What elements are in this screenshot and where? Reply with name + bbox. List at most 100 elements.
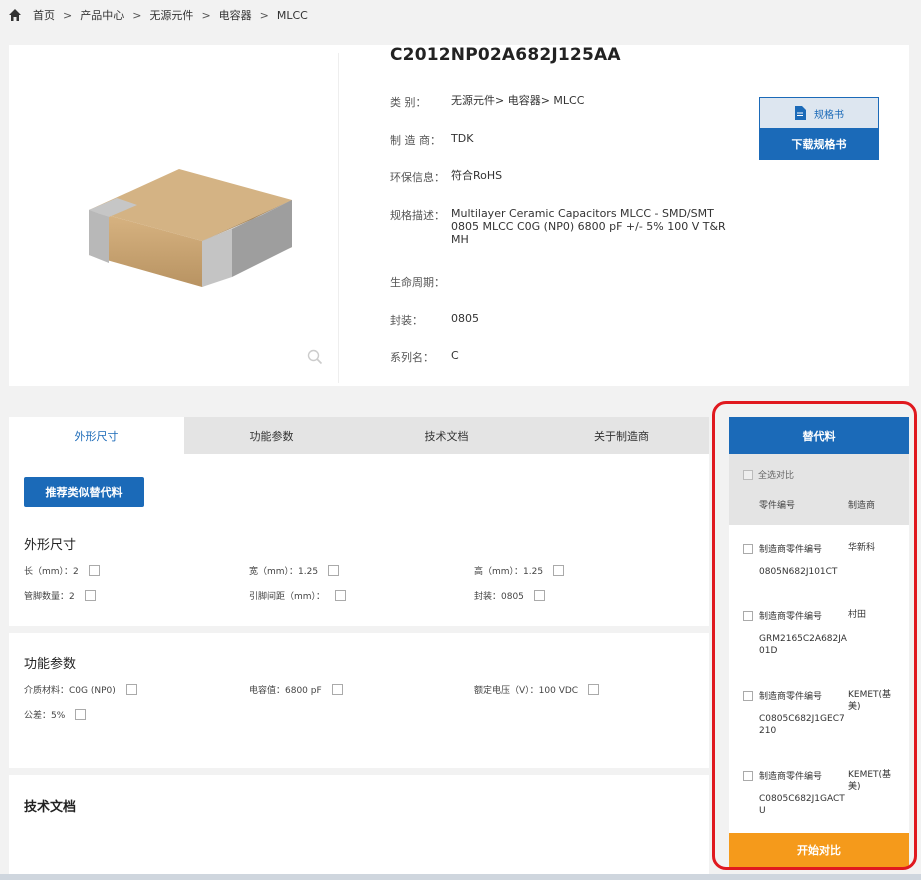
breadcrumb-mlcc[interactable]: MLCC: [277, 9, 308, 22]
tab-about-manufacturer[interactable]: 关于制造商: [534, 417, 709, 454]
param-checkbox[interactable]: [335, 590, 347, 601]
alternatives-header: 替代料: [729, 417, 909, 454]
function-params-title: 功能参数: [24, 657, 77, 672]
alternative-label: 制造商零件编号: [759, 545, 823, 555]
home-icon[interactable]: [8, 8, 22, 22]
product-image-area: [9, 53, 339, 383]
breadcrumb-capacitors[interactable]: 电容器: [219, 7, 252, 23]
alternative-checkbox[interactable]: [743, 543, 753, 554]
info-value: [451, 274, 733, 290]
param-label: 宽（mm）：1.25: [249, 567, 319, 577]
param-label: 管脚数量：2: [24, 592, 75, 602]
alternative-part-number[interactable]: C0805C682J1GEC7210: [759, 713, 849, 737]
tab-function-params[interactable]: 功能参数: [184, 417, 359, 454]
info-label: 环保信息：: [390, 171, 445, 184]
select-all-label: 全选对比: [758, 471, 795, 481]
info-package: 封装： 0805: [390, 312, 733, 328]
info-rohs: 环保信息： 符合RoHS: [390, 169, 733, 185]
param-label: 额定电压（V）：100 VDC: [474, 686, 579, 696]
info-series: 系列名： C: [390, 349, 733, 365]
product-title: C2012NP02A682J125AA: [390, 45, 621, 65]
info-lifecycle: 生命周期：: [390, 274, 733, 290]
param-package: 封装：0805: [474, 589, 545, 602]
download-datasheet-button[interactable]: 下载规格书: [759, 128, 879, 160]
param-checkbox[interactable]: [588, 684, 600, 695]
param-checkbox[interactable]: [553, 565, 565, 576]
param-checkbox[interactable]: [533, 590, 545, 601]
info-value: 符合RoHS: [451, 169, 503, 182]
product-card: C2012NP02A682J125AA 类 别： 无源元件> 电容器> MLCC…: [9, 45, 909, 386]
param-pin-pitch: 引脚间距（mm）：: [249, 589, 347, 602]
info-description: 规格描述： Multilayer Ceramic Capacitors MLCC…: [390, 207, 733, 246]
dimensions-title: 外形尺寸: [24, 538, 77, 553]
param-capacitance: 电容值：6800 pF: [249, 683, 343, 696]
param-checkbox[interactable]: [88, 565, 100, 576]
param-checkbox[interactable]: [125, 684, 137, 695]
param-checkbox[interactable]: [75, 709, 87, 720]
info-manufacturer: 制 造 商： TDK: [390, 132, 733, 148]
alternative-manufacturer: KEMET(基美): [848, 770, 892, 792]
recommend-alternatives-button[interactable]: 推荐类似替代料: [24, 477, 144, 507]
param-label: 引脚间距（mm）：: [249, 592, 326, 602]
breadcrumb: 首页 > 产品中心 > 无源元件 > 电容器 > MLCC: [8, 7, 308, 23]
info-label: 生命周期：: [390, 276, 445, 289]
info-value: 无源元件> 电容器> MLCC: [451, 94, 585, 107]
info-label: 制 造 商：: [390, 134, 441, 147]
breadcrumb-products[interactable]: 产品中心: [80, 7, 124, 23]
info-label: 规格描述：: [390, 209, 445, 222]
param-checkbox[interactable]: [331, 684, 343, 695]
param-label: 介质材料：C0G (NP0): [24, 686, 116, 696]
breadcrumb-separator: >: [201, 8, 211, 22]
alternative-manufacturer: 村田: [848, 610, 867, 620]
alternative-label: 制造商零件编号: [759, 772, 823, 782]
tech-docs-title: 技术文档: [24, 800, 77, 815]
alternatives-panel: 替代料 全选对比 零件编号 制造商 制造商零件编号 华新科 0805N682J1…: [729, 417, 909, 867]
param-height: 高（mm）：1.25: [474, 564, 565, 577]
function-params-card: 功能参数 介质材料：C0G (NP0) 电容值：6800 pF 额定电压（V）：…: [9, 633, 709, 768]
select-all[interactable]: 全选对比: [743, 468, 794, 481]
param-label: 封装：0805: [474, 592, 524, 602]
details-tabs: 外形尺寸 功能参数 技术文档 关于制造商: [9, 417, 709, 454]
alternative-manufacturer: KEMET(基美): [848, 690, 892, 712]
tab-dimensions[interactable]: 外形尺寸: [9, 417, 184, 454]
info-label: 类 别：: [390, 96, 427, 109]
info-label: 封装：: [390, 314, 423, 327]
alternative-label: 制造商零件编号: [759, 692, 823, 702]
info-value: Multilayer Ceramic Capacitors MLCC - SMD…: [451, 207, 726, 246]
product-image[interactable]: [87, 165, 303, 293]
datasheet-label-area[interactable]: 规格书: [759, 97, 879, 128]
alternative-checkbox[interactable]: [743, 770, 753, 781]
param-tolerance: 公差：5%: [24, 708, 87, 721]
datasheet-label: 规格书: [814, 109, 844, 121]
breadcrumb-separator: >: [259, 8, 269, 22]
bottom-bar: [0, 874, 921, 880]
tech-docs-card: 技术文档: [9, 775, 709, 880]
info-value: TDK: [451, 132, 474, 145]
zoom-icon[interactable]: [307, 349, 323, 365]
breadcrumb-separator: >: [63, 8, 73, 22]
param-checkbox[interactable]: [328, 565, 340, 576]
breadcrumb-passive[interactable]: 无源元件: [149, 7, 193, 23]
column-manufacturer: 制造商: [848, 501, 876, 511]
param-label: 高（mm）：1.25: [474, 567, 544, 577]
alternative-manufacturer: 华新科: [848, 543, 876, 553]
param-dielectric: 介质材料：C0G (NP0): [24, 683, 137, 696]
alternative-checkbox[interactable]: [743, 690, 753, 701]
alternative-checkbox[interactable]: [743, 610, 753, 621]
alternative-label: 制造商零件编号: [759, 612, 823, 622]
datasheet-box: 规格书 下载规格书: [759, 97, 879, 160]
param-label: 公差：5%: [24, 711, 66, 721]
alternatives-column-header: 全选对比 零件编号 制造商: [729, 454, 909, 525]
alternative-part-number[interactable]: GRM2165C2A682JA01D: [759, 633, 849, 657]
alternative-part-number[interactable]: 0805N682J101CT: [759, 566, 849, 578]
param-checkbox[interactable]: [84, 590, 96, 601]
alternative-part-number[interactable]: C0805C682J1GACTU: [759, 793, 849, 817]
param-pin-count: 管脚数量：2: [24, 589, 96, 602]
tab-tech-docs[interactable]: 技术文档: [359, 417, 534, 454]
param-label: 长（mm）：2: [24, 567, 79, 577]
start-compare-button[interactable]: 开始对比: [729, 833, 909, 867]
column-part-number: 零件编号: [759, 501, 796, 511]
select-all-checkbox[interactable]: [743, 469, 753, 480]
breadcrumb-home[interactable]: 首页: [33, 7, 55, 23]
info-value: C: [451, 349, 459, 362]
